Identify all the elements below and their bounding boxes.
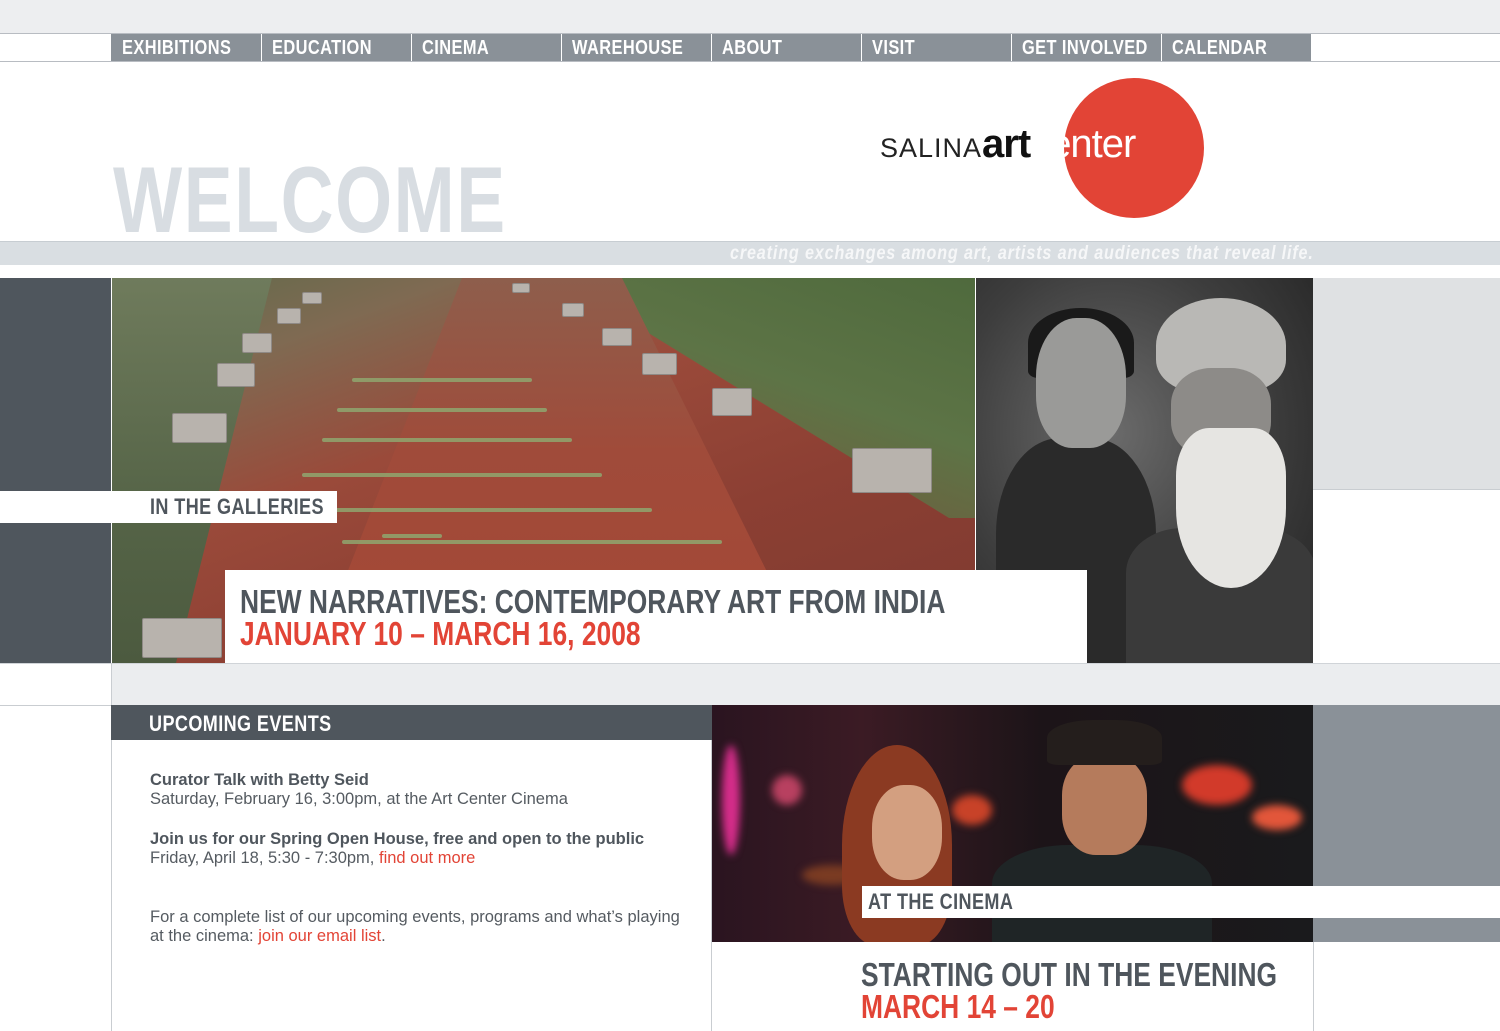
brick bbox=[217, 363, 255, 387]
label-text: IN THE GALLERIES bbox=[150, 494, 324, 519]
figure-face bbox=[872, 785, 942, 880]
section-label-galleries[interactable]: IN THE GALLERIES bbox=[150, 494, 362, 520]
top-strip bbox=[0, 0, 1500, 33]
figure-face bbox=[1062, 755, 1147, 855]
bokeh-light bbox=[1182, 765, 1252, 805]
left-accent-block bbox=[0, 278, 111, 663]
event-detail: Friday, April 18, 5:30 - 7:30pm, bbox=[150, 849, 379, 867]
events-footer-end: . bbox=[381, 927, 386, 945]
bokeh-light bbox=[722, 745, 740, 855]
email-list-link[interactable]: join our email list bbox=[258, 927, 381, 945]
page-title: WELCOME bbox=[113, 150, 618, 250]
nav-item-exhibitions[interactable]: EXHIBITIONS bbox=[111, 34, 261, 61]
events-footer-text: For a complete list of our upcoming even… bbox=[150, 908, 680, 945]
tagline-text: creating exchanges among art, artists an… bbox=[730, 243, 1314, 264]
dates-text: JANUARY 10 – MARCH 16, 2008 bbox=[240, 615, 641, 652]
nav-label: VISIT bbox=[872, 37, 916, 59]
divider bbox=[1313, 489, 1500, 490]
nav-item-get-involved[interactable]: GET INVOLVED bbox=[1011, 34, 1161, 61]
nav-item-calendar[interactable]: CALENDAR bbox=[1161, 34, 1311, 61]
logo-center: center bbox=[1030, 122, 1136, 166]
events-footer: For a complete list of our upcoming even… bbox=[150, 908, 695, 946]
figure-beard bbox=[1176, 428, 1286, 588]
nav-item-cinema[interactable]: CINEMA bbox=[411, 34, 561, 61]
tagline: creating exchanges among art, artists an… bbox=[627, 243, 1314, 265]
nav-label: ABOUT bbox=[722, 37, 783, 59]
right-accent-block bbox=[1313, 278, 1500, 489]
brick bbox=[142, 618, 222, 658]
brick bbox=[852, 448, 932, 493]
mid-band bbox=[111, 663, 1500, 705]
mid-band-left bbox=[0, 663, 111, 705]
event-detail: Saturday, February 16, 3:00pm, at the Ar… bbox=[150, 790, 568, 808]
exhibition-dates: JANUARY 10 – MARCH 16, 2008 bbox=[240, 615, 741, 653]
brick bbox=[242, 333, 272, 353]
brick bbox=[562, 303, 584, 317]
bokeh-light bbox=[1252, 805, 1302, 830]
main-nav: EXHIBITIONS EDUCATION CINEMA WAREHOUSE A… bbox=[111, 34, 1311, 61]
brick bbox=[172, 413, 227, 443]
event-item: Join us for our Spring Open House, free … bbox=[150, 830, 650, 868]
logo-salina: SALINA bbox=[880, 133, 983, 163]
sprout-row bbox=[302, 473, 602, 477]
nav-divider-bottom bbox=[0, 61, 1500, 62]
sprout-row bbox=[342, 540, 722, 544]
nav-label: WAREHOUSE bbox=[572, 37, 684, 59]
figure-hat bbox=[1047, 720, 1162, 765]
site-logo[interactable]: SALINAartcenter bbox=[880, 122, 1136, 167]
nav-item-about[interactable]: ABOUT bbox=[711, 34, 861, 61]
dates-text: MARCH 14 – 20 bbox=[861, 988, 1055, 1025]
nav-item-education[interactable]: EDUCATION bbox=[261, 34, 411, 61]
event-title: Curator Talk with Betty Seid bbox=[150, 771, 369, 789]
sprout-row bbox=[382, 534, 442, 538]
sprout-row bbox=[312, 508, 652, 512]
nav-label: CINEMA bbox=[422, 37, 490, 59]
bokeh-light bbox=[772, 775, 802, 805]
sprout-row bbox=[337, 408, 547, 412]
nav-label: GET INVOLVED bbox=[1022, 37, 1148, 59]
film-dates: MARCH 14 – 20 bbox=[861, 988, 1103, 1026]
find-out-more-link[interactable]: find out more bbox=[379, 849, 475, 867]
sprout-row bbox=[322, 438, 572, 442]
section-label-cinema[interactable]: AT THE CINEMA bbox=[868, 889, 1045, 915]
brick bbox=[512, 283, 530, 293]
events-heading: UPCOMING EVENTS bbox=[149, 711, 372, 737]
nav-label: EDUCATION bbox=[272, 37, 372, 59]
brick bbox=[302, 292, 322, 304]
divider bbox=[0, 705, 111, 706]
brick bbox=[602, 328, 632, 346]
sprout-row bbox=[352, 378, 532, 382]
figure-face bbox=[1036, 318, 1126, 448]
nav-item-warehouse[interactable]: WAREHOUSE bbox=[561, 34, 711, 61]
logo-art: art bbox=[982, 122, 1031, 166]
brick bbox=[712, 388, 752, 416]
welcome-text: WELCOME bbox=[113, 147, 507, 252]
brick bbox=[642, 353, 677, 375]
nav-item-visit[interactable]: VISIT bbox=[861, 34, 1011, 61]
brick bbox=[277, 308, 301, 324]
event-detail-line: Friday, April 18, 5:30 - 7:30pm, find ou… bbox=[150, 849, 650, 868]
nav-label: EXHIBITIONS bbox=[122, 37, 232, 59]
bokeh-light bbox=[952, 795, 992, 825]
event-title: Join us for our Spring Open House, free … bbox=[150, 830, 645, 848]
nav-label: CALENDAR bbox=[1172, 37, 1268, 59]
heading-text: UPCOMING EVENTS bbox=[149, 711, 332, 736]
label-text: AT THE CINEMA bbox=[868, 889, 1014, 914]
event-item: Curator Talk with Betty Seid Saturday, F… bbox=[150, 771, 690, 809]
